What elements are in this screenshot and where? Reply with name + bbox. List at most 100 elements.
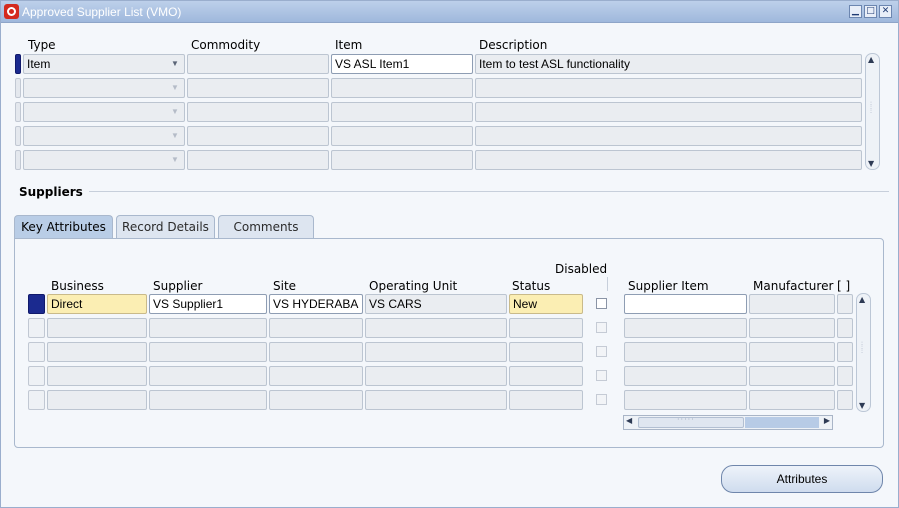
dropdown-arrow-icon[interactable]: ▼ bbox=[169, 58, 181, 70]
supplier-field[interactable] bbox=[149, 318, 267, 338]
supplier-field[interactable] bbox=[149, 390, 267, 410]
description-field[interactable]: Item to test ASL functionality bbox=[475, 54, 862, 74]
disabled-checkbox[interactable] bbox=[596, 370, 607, 381]
operating-unit-field[interactable] bbox=[365, 390, 507, 410]
scroll-up-arrow-icon[interactable]: ▲ bbox=[859, 295, 865, 304]
manufacturer-field[interactable] bbox=[749, 294, 835, 314]
operating-unit-field[interactable]: VS CARS bbox=[365, 294, 507, 314]
item-field[interactable]: VS ASL Item1 bbox=[331, 54, 473, 74]
site-field[interactable] bbox=[269, 366, 363, 386]
type-combo[interactable]: Item ▼ bbox=[23, 54, 185, 74]
status-field[interactable] bbox=[509, 366, 583, 386]
description-field[interactable] bbox=[475, 78, 862, 98]
tab-comments[interactable]: Comments bbox=[218, 215, 314, 239]
supplier-item-field[interactable] bbox=[624, 366, 747, 386]
more-field[interactable] bbox=[837, 390, 853, 410]
item-field[interactable] bbox=[331, 150, 473, 170]
scroll-grip-icon[interactable]: ::: bbox=[870, 101, 875, 115]
type-combo[interactable]: ▼ bbox=[23, 126, 185, 146]
business-field[interactable] bbox=[47, 342, 147, 362]
supplier-header: Supplier bbox=[153, 279, 203, 293]
business-field[interactable] bbox=[47, 390, 147, 410]
scroll-right-arrow-icon[interactable]: ▶ bbox=[824, 416, 830, 425]
close-button[interactable]: ✕ bbox=[879, 5, 892, 18]
site-field[interactable] bbox=[269, 342, 363, 362]
record-indicator[interactable] bbox=[28, 390, 45, 410]
commodity-field[interactable] bbox=[187, 78, 329, 98]
operating-unit-field[interactable] bbox=[365, 318, 507, 338]
supplier-field[interactable]: VS Supplier1 bbox=[149, 294, 267, 314]
supplier-field[interactable] bbox=[149, 366, 267, 386]
more-field[interactable] bbox=[837, 366, 853, 386]
tab-record-details[interactable]: Record Details bbox=[116, 215, 215, 239]
description-field[interactable] bbox=[475, 102, 862, 122]
commodity-field[interactable] bbox=[187, 150, 329, 170]
commodity-field[interactable] bbox=[187, 126, 329, 146]
commodity-field[interactable] bbox=[187, 54, 329, 74]
minimize-button[interactable]: ▁ bbox=[849, 5, 862, 18]
status-field[interactable] bbox=[509, 318, 583, 338]
record-indicator[interactable] bbox=[15, 102, 21, 122]
more-field[interactable] bbox=[837, 294, 853, 314]
disabled-checkbox[interactable] bbox=[596, 394, 607, 405]
description-field[interactable] bbox=[475, 150, 862, 170]
item-field[interactable] bbox=[331, 102, 473, 122]
site-field[interactable]: VS HYDERABA bbox=[269, 294, 363, 314]
scroll-down-arrow-icon[interactable]: ▼ bbox=[868, 159, 874, 168]
scroll-down-arrow-icon[interactable]: ▼ bbox=[859, 401, 865, 410]
operating-unit-field[interactable] bbox=[365, 366, 507, 386]
manufacturer-field[interactable] bbox=[749, 318, 835, 338]
description-field[interactable] bbox=[475, 126, 862, 146]
site-field[interactable] bbox=[269, 318, 363, 338]
business-field[interactable] bbox=[47, 366, 147, 386]
dropdown-arrow-icon[interactable]: ▼ bbox=[169, 130, 181, 142]
record-indicator[interactable] bbox=[28, 318, 45, 338]
maximize-button[interactable]: □ bbox=[864, 5, 877, 18]
record-indicator[interactable] bbox=[28, 366, 45, 386]
disabled-checkbox[interactable] bbox=[596, 298, 607, 309]
suppliers-horizontal-scrollbar[interactable]: ◀ ····· ▶ bbox=[623, 415, 833, 430]
supplier-item-field[interactable] bbox=[624, 294, 747, 314]
disabled-checkbox[interactable] bbox=[596, 346, 607, 357]
status-field[interactable] bbox=[509, 390, 583, 410]
supplier-item-field[interactable] bbox=[624, 318, 747, 338]
operating-unit-field[interactable] bbox=[365, 342, 507, 362]
more-field[interactable] bbox=[837, 318, 853, 338]
type-combo[interactable]: ▼ bbox=[23, 150, 185, 170]
record-indicator[interactable] bbox=[28, 342, 45, 362]
record-indicator[interactable] bbox=[15, 54, 21, 74]
record-indicator[interactable] bbox=[15, 150, 21, 170]
asl-vertical-scrollbar[interactable]: ▲ ::: ▼ bbox=[865, 53, 880, 170]
status-field[interactable]: New bbox=[509, 294, 583, 314]
more-field[interactable] bbox=[837, 342, 853, 362]
manufacturer-field[interactable] bbox=[749, 342, 835, 362]
scroll-grip-icon[interactable]: ::: bbox=[861, 341, 866, 355]
item-field[interactable] bbox=[331, 78, 473, 98]
supplier-field[interactable] bbox=[149, 342, 267, 362]
dropdown-arrow-icon[interactable]: ▼ bbox=[169, 106, 181, 118]
type-combo[interactable]: ▼ bbox=[23, 78, 185, 98]
commodity-field[interactable] bbox=[187, 102, 329, 122]
record-indicator[interactable] bbox=[28, 294, 45, 314]
item-field[interactable] bbox=[331, 126, 473, 146]
business-field[interactable]: Direct bbox=[47, 294, 147, 314]
manufacturer-field[interactable] bbox=[749, 390, 835, 410]
supplier-item-field[interactable] bbox=[624, 390, 747, 410]
tab-key-attributes[interactable]: Key Attributes bbox=[14, 215, 113, 239]
scroll-thumb[interactable]: ····· bbox=[638, 415, 744, 428]
scroll-up-arrow-icon[interactable]: ▲ bbox=[868, 55, 874, 64]
record-indicator[interactable] bbox=[15, 126, 21, 146]
scroll-left-arrow-icon[interactable]: ◀ bbox=[626, 416, 632, 425]
dropdown-arrow-icon[interactable]: ▼ bbox=[169, 82, 181, 94]
manufacturer-field[interactable] bbox=[749, 366, 835, 386]
record-indicator[interactable] bbox=[15, 78, 21, 98]
disabled-checkbox[interactable] bbox=[596, 322, 607, 333]
suppliers-vertical-scrollbar[interactable]: ▲ ::: ▼ bbox=[856, 293, 871, 412]
status-field[interactable] bbox=[509, 342, 583, 362]
dropdown-arrow-icon[interactable]: ▼ bbox=[169, 154, 181, 166]
attributes-button[interactable]: Attributes bbox=[721, 465, 883, 493]
site-field[interactable] bbox=[269, 390, 363, 410]
supplier-item-field[interactable] bbox=[624, 342, 747, 362]
type-combo[interactable]: ▼ bbox=[23, 102, 185, 122]
business-field[interactable] bbox=[47, 318, 147, 338]
